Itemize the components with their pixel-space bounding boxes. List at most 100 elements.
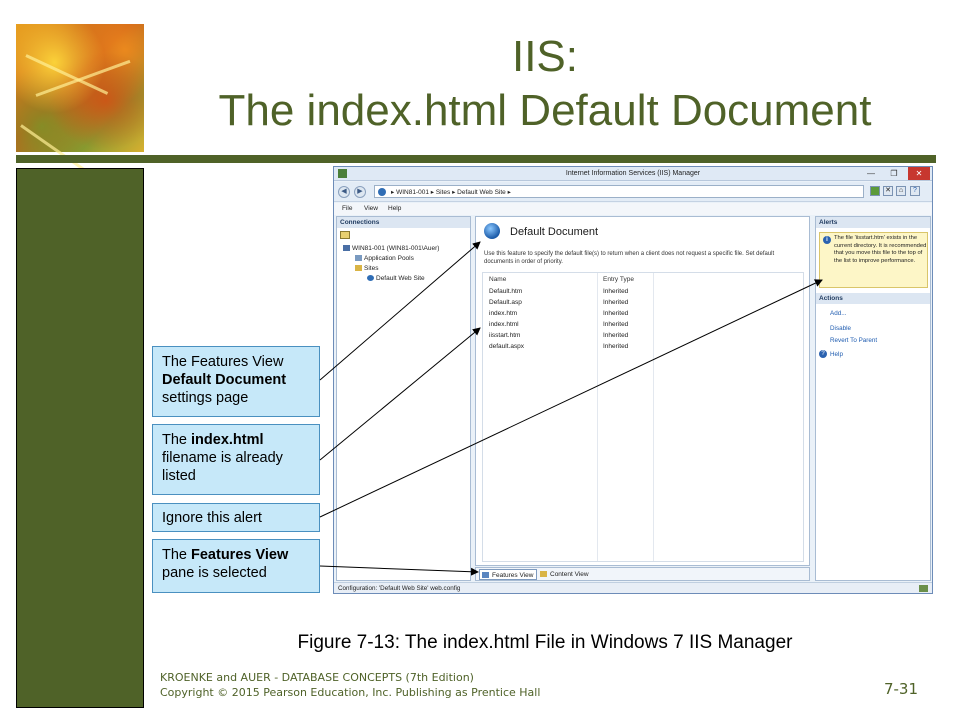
column-separator <box>653 273 654 561</box>
menu-help[interactable]: Help <box>388 205 401 212</box>
menu-view[interactable]: View <box>364 205 378 212</box>
feature-title: Default Document <box>510 226 599 238</box>
network-status-icon <box>919 585 928 592</box>
table-row-type: Inherited <box>603 310 629 317</box>
view-tabs: Features View Content View <box>475 567 810 581</box>
table-row-type: Inherited <box>603 321 629 328</box>
minimize-button[interactable]: — <box>860 167 882 180</box>
action-disable[interactable]: Disable <box>830 325 851 332</box>
window-titlebar: Internet Information Services (IIS) Mana… <box>334 167 932 181</box>
breadcrumb-path: ▸ WIN81-001 ▸ Sites ▸ Default Web Site ▸ <box>391 189 511 196</box>
footer: KROENKE and AUER - DATABASE CONCEPTS (7t… <box>160 670 540 700</box>
tree-item-label: Default Web Site <box>376 275 425 282</box>
status-bar: Configuration: 'Default Web Site' web.co… <box>334 582 932 593</box>
callout-bold-text: Default Document <box>162 372 287 388</box>
slide-title-line1: IIS: <box>511 32 579 81</box>
menu-file[interactable]: File <box>342 205 352 212</box>
action-help[interactable]: Help <box>830 351 843 358</box>
action-revert-to-parent[interactable]: Revert To Parent <box>830 337 877 344</box>
column-header-name[interactable]: Name <box>489 276 506 283</box>
slide-title-line2: The index.html Default Document <box>218 86 872 135</box>
maximize-button[interactable]: ❐ <box>883 167 905 180</box>
iis-manager-window: Internet Information Services (IIS) Mana… <box>333 166 933 594</box>
footer-line1: KROENKE and AUER - DATABASE CONCEPTS (7t… <box>160 671 474 684</box>
alerts-actions-pane: Alerts i The file 'iisstart.htm' exists … <box>815 216 931 581</box>
feature-pane: Default Document Use this feature to spe… <box>475 216 810 566</box>
callout-text: Ignore this alert <box>162 510 262 526</box>
callout-bold-text: Features View <box>191 547 289 563</box>
tree-item-label: WIN81-001 (WIN81-001\Auer) <box>352 245 440 252</box>
tree-item-label: Application Pools <box>364 255 414 262</box>
close-button[interactable]: ✕ <box>908 167 930 180</box>
help-icon: ? <box>819 350 827 358</box>
alerts-header: Alerts <box>816 217 930 228</box>
default-document-table: Name Entry Type Default.htm Inherited De… <box>482 272 804 562</box>
table-row-type: Inherited <box>603 288 629 295</box>
alert-text: The file 'iisstart.htm' exists in the cu… <box>834 235 927 264</box>
home-icon[interactable]: ⌂ <box>896 186 906 196</box>
callout-features-view: The Features View Default Document setti… <box>152 346 320 417</box>
stop-icon[interactable]: ✕ <box>883 186 893 196</box>
content-view-icon <box>540 571 547 577</box>
table-row-name[interactable]: default.aspx <box>489 343 524 350</box>
callout-text: The <box>162 547 192 563</box>
connect-toolbar-icon[interactable] <box>340 231 350 239</box>
column-header-entry-type[interactable]: Entry Type <box>603 276 634 283</box>
forward-icon[interactable]: ▶ <box>354 186 366 198</box>
table-row-type: Inherited <box>603 299 629 306</box>
tab-content-view[interactable]: Content View <box>538 569 592 580</box>
alert-message: i The file 'iisstart.htm' exists in the … <box>819 232 928 288</box>
callout-text: The <box>162 432 192 448</box>
tree-item-label: Sites <box>364 265 379 272</box>
table-row-name[interactable]: index.htm <box>489 310 517 317</box>
globe-icon <box>367 275 374 282</box>
folder-icon <box>355 265 362 272</box>
tree-item-server[interactable]: WIN81-001 (WIN81-001\Auer) <box>343 245 439 252</box>
callout-index-html: The index.html filename is already liste… <box>152 424 320 495</box>
server-icon <box>343 245 350 252</box>
window-title: Internet Information Services (IIS) Mana… <box>565 170 701 177</box>
info-icon: i <box>823 236 831 244</box>
left-green-bar <box>16 168 144 708</box>
actions-header: Actions <box>816 293 930 304</box>
table-row-name[interactable]: index.html <box>489 321 519 328</box>
globe-icon <box>378 188 386 196</box>
feature-description: Use this feature to specify the default … <box>484 251 775 265</box>
callout-text: filename is already listed <box>162 450 283 484</box>
table-row-type: Inherited <box>603 332 629 339</box>
slide-title: IIS: The index.html Default Document <box>150 30 940 138</box>
connections-pane: Connections WIN81-001 (WIN81-001\Auer) A… <box>336 216 471 581</box>
back-icon[interactable]: ◀ <box>338 186 350 198</box>
status-text: Configuration: 'Default Web Site' web.co… <box>338 585 461 592</box>
table-row-name[interactable]: iisstart.htm <box>489 332 520 339</box>
decorative-corner-image <box>16 24 144 173</box>
callout-features-view-pane: The Features View pane is selected <box>152 539 320 593</box>
tab-label: Content View <box>550 571 589 578</box>
features-view-icon <box>482 572 489 578</box>
connections-header: Connections <box>337 217 470 228</box>
breadcrumb[interactable]: ▸ WIN81-001 ▸ Sites ▸ Default Web Site ▸ <box>374 185 864 198</box>
default-document-icon <box>484 223 500 239</box>
table-row-name[interactable]: Default.htm <box>489 288 522 295</box>
action-add[interactable]: Add... <box>830 310 846 317</box>
table-row-type: Inherited <box>603 343 629 350</box>
page-number: 7-31 <box>883 680 918 698</box>
help-icon[interactable]: ? <box>910 186 920 196</box>
tree-item-default-web-site[interactable]: Default Web Site <box>367 275 425 282</box>
tab-features-view[interactable]: Features View <box>479 569 538 580</box>
footer-line2: Copyright © 2015 Pearson Education, Inc.… <box>160 686 541 699</box>
callout-bold-text: index.html <box>191 432 264 448</box>
menu-bar: File View Help <box>334 203 932 215</box>
callout-ignore-alert: Ignore this alert <box>152 503 320 532</box>
app-pools-icon <box>355 255 362 262</box>
table-row-name[interactable]: Default.asp <box>489 299 522 306</box>
tab-label: Features View <box>492 572 534 579</box>
column-separator <box>597 273 598 561</box>
figure-caption: Figure 7-13: The index.html File in Wind… <box>297 632 793 653</box>
callout-text: settings page <box>162 390 249 406</box>
tree-item-app-pools[interactable]: Application Pools <box>355 255 414 262</box>
refresh-icon[interactable] <box>870 186 880 196</box>
callout-text: pane is selected <box>162 565 267 581</box>
tree-item-sites[interactable]: Sites <box>355 265 378 272</box>
title-rule <box>16 155 936 163</box>
